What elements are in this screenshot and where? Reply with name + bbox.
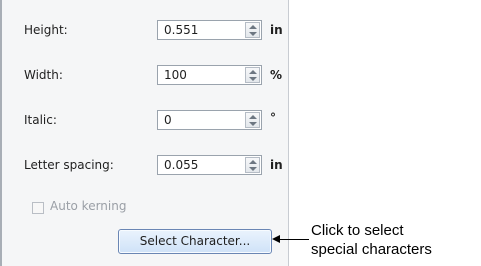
height-unit: in [270, 23, 283, 37]
width-unit: % [270, 68, 283, 82]
width-spinner[interactable] [245, 67, 260, 83]
spin-down-icon [249, 77, 257, 81]
letter-spacing-spinner[interactable] [245, 157, 260, 173]
letter-spacing-label: Letter spacing: [24, 158, 114, 172]
height-label: Height: [24, 23, 68, 37]
text-properties-panel: Height: 0.551 in Width: 100 % Italic: 0 … [0, 0, 289, 266]
spin-up-icon [249, 70, 257, 74]
letter-spacing-value: 0.055 [164, 158, 199, 172]
spin-down-icon [249, 167, 257, 171]
spin-down-icon [249, 32, 257, 36]
select-character-button[interactable]: Select Character... [118, 229, 272, 254]
spin-down-icon [249, 122, 257, 126]
spin-up-icon [249, 25, 257, 29]
spin-up-icon [249, 115, 257, 119]
auto-kerning-label: Auto kerning [50, 199, 127, 213]
width-field[interactable]: 100 [157, 65, 262, 85]
letter-spacing-field[interactable]: 0.055 [157, 155, 262, 175]
height-spinner[interactable] [245, 22, 260, 38]
italic-value: 0 [164, 113, 172, 127]
panel-border [0, 0, 2, 266]
callout-line [275, 239, 309, 240]
height-field[interactable]: 0.551 [157, 20, 262, 40]
italic-label: Italic: [24, 113, 57, 127]
callout-text: Click to select special characters [311, 221, 432, 259]
spin-up-icon [249, 160, 257, 164]
height-value: 0.551 [164, 23, 199, 37]
auto-kerning-checkbox[interactable] [32, 202, 44, 214]
width-label: Width: [24, 68, 63, 82]
italic-spinner[interactable] [245, 112, 260, 128]
italic-field[interactable]: 0 [157, 110, 262, 130]
callout-line-1: Click to select [311, 222, 404, 239]
italic-unit: ° [270, 111, 276, 125]
letter-spacing-unit: in [270, 158, 283, 172]
width-value: 100 [164, 68, 187, 82]
callout-line-2: special characters [311, 241, 432, 258]
